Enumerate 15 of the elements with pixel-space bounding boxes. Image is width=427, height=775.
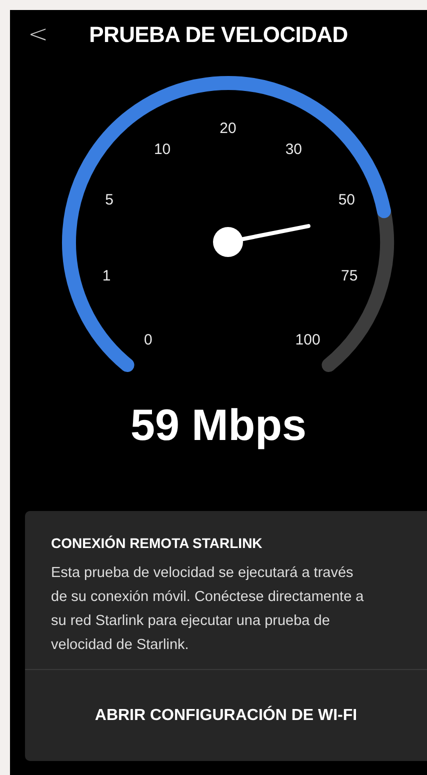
tick-label: 1 [102, 268, 111, 285]
tick-label: 50 [338, 192, 355, 209]
notice-title: CONEXIÓN REMOTA STARLINK [51, 535, 264, 551]
screen-title: PRUEBA DE VELOCIDAD [89, 22, 348, 48]
tick-label: 0 [144, 332, 152, 348]
notice-text: Esta prueba de velocidad se ejecutará a través de su conexión móvil. Conéctese directamente a su red Starlink para ejecutar una prueba de velocidad de Starlink. [51, 564, 365, 655]
speed-value: 59 Mbps [130, 401, 307, 452]
tick-label: 30 [285, 140, 302, 158]
tick-label: 20 [220, 120, 236, 137]
tick-label: 10 [154, 140, 171, 158]
tick-label: 100 [295, 332, 320, 348]
back-button[interactable]: < [24, 20, 52, 48]
tick-label: 5 [105, 192, 114, 209]
wifi-settings-button[interactable]: ABRIR CONFIGURACIÓN DE WI-FI [25, 670, 427, 761]
tick-label: 75 [341, 268, 358, 285]
